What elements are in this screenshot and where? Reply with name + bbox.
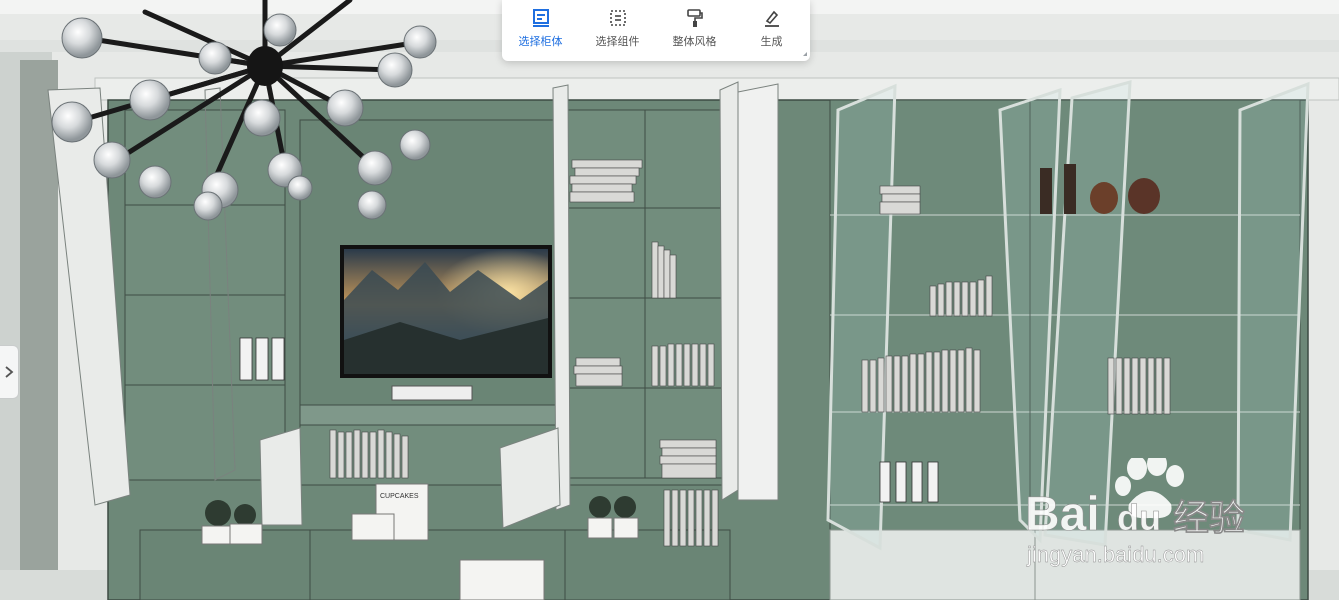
tool-select-cabinet[interactable]: 选择柜体 <box>506 8 576 49</box>
watermark-brand-left: Bai <box>1025 488 1100 541</box>
paint-roller-icon <box>686 9 703 27</box>
expand-panel-button[interactable] <box>0 345 19 399</box>
tool-label: 选择组件 <box>595 36 640 48</box>
tool-label: 生成 <box>760 36 783 48</box>
watermark-brand-right: du <box>1117 497 1161 538</box>
tv-screen <box>340 245 552 401</box>
generate-icon <box>764 10 779 27</box>
baidu-jingyan-watermark: Bai du 经验 jingyan.baidu.com <box>1025 458 1245 567</box>
resize-corner-icon <box>803 52 807 56</box>
tool-label: 整体风格 <box>672 36 717 48</box>
top-toolbar: 选择柜体 选择组件 整体风格 生成 <box>502 0 810 61</box>
watermark-url: jingyan.baidu.com <box>1026 542 1204 567</box>
tool-select-component[interactable]: 选择组件 <box>583 8 653 49</box>
tool-label: 选择柜体 <box>518 36 563 48</box>
cabinet-select-icon <box>532 9 549 27</box>
component-select-icon <box>609 10 626 26</box>
chevron-right-icon <box>5 366 14 378</box>
svg-text:CUPCAKES: CUPCAKES <box>380 493 419 500</box>
tool-generate[interactable]: 生成 <box>737 8 807 49</box>
tool-overall-style[interactable]: 整体风格 <box>660 8 730 49</box>
watermark-brand-cn: 经验 <box>1173 498 1245 539</box>
